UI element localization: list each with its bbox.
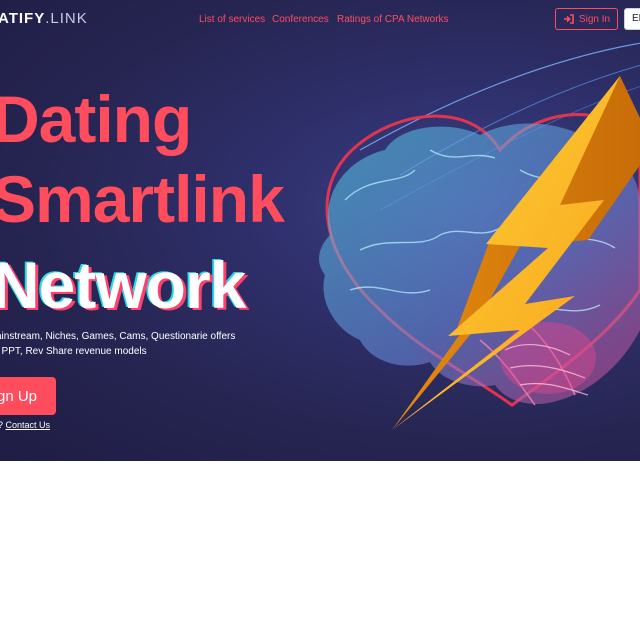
hero-subtitle-line-2: , PPT, Rev Share revenue models	[0, 346, 147, 357]
sign-in-icon	[563, 14, 574, 24]
sign-up-button[interactable]: gn Up	[0, 377, 56, 415]
logo-main-text: ATIFY	[0, 10, 46, 27]
nav-conferences[interactable]: Conferences	[272, 14, 329, 25]
sign-up-label: gn Up	[0, 387, 38, 405]
hero-title-line-2: Smartlink	[0, 162, 285, 236]
nav-list-of-services[interactable]: List of services	[199, 14, 265, 25]
hero-subtitle-line-1: ainstream, Niches, Games, Cams, Question…	[0, 331, 236, 342]
hero-title-line-1: Dating	[0, 82, 192, 156]
site-logo[interactable]: ATIFY.LINK	[0, 10, 88, 27]
logo-suffix-text: .LINK	[45, 10, 88, 27]
contact-line: ? Contact Us	[0, 420, 50, 430]
contact-us-link[interactable]: Contact Us	[6, 420, 51, 430]
top-navbar: ATIFY.LINK List of services Conferences …	[0, 0, 640, 40]
sign-in-button[interactable]: Sign In	[555, 8, 618, 30]
hero-section: ATIFY.LINK List of services Conferences …	[0, 0, 640, 461]
language-selector[interactable]: EN	[624, 8, 640, 30]
contact-prefix: ?	[0, 420, 3, 430]
sign-in-label: Sign In	[578, 13, 611, 25]
hero-title-line-3: Network	[0, 248, 246, 322]
nav-ratings-cpa-networks[interactable]: Ratings of CPA Networks	[337, 14, 449, 25]
